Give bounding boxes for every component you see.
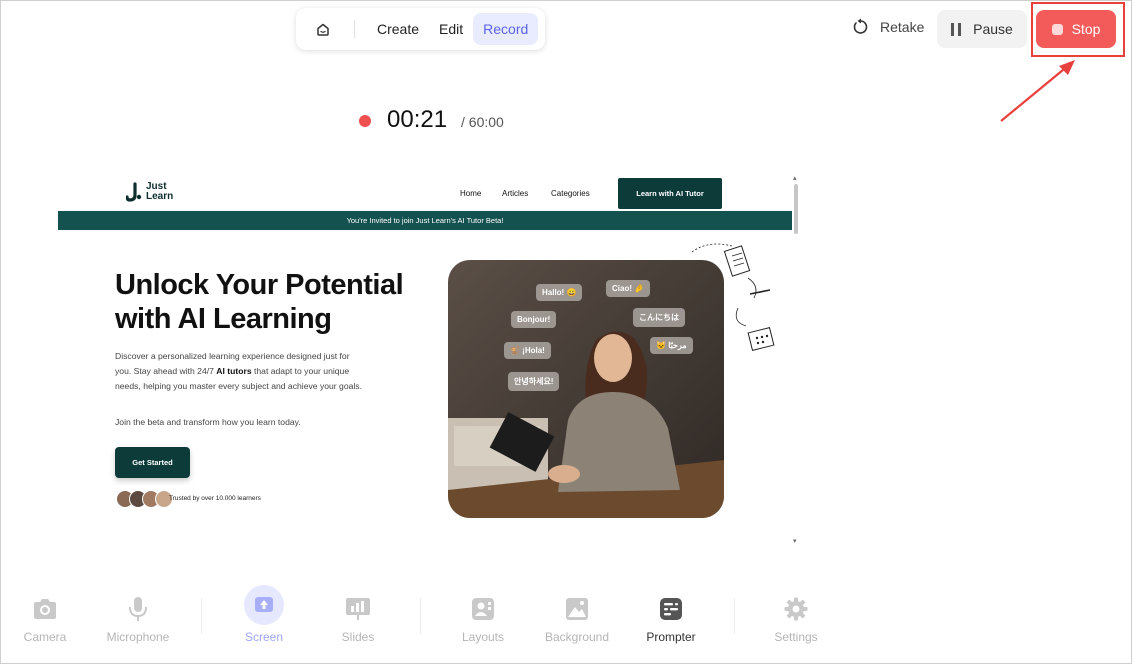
learner-avatars xyxy=(116,490,173,508)
microphone-label: Microphone xyxy=(106,630,170,644)
learn-with-ai-tutor-button[interactable]: Learn with AI Tutor xyxy=(618,178,722,209)
scroll-up-arrow[interactable]: ▴ xyxy=(793,174,797,182)
tab-edit[interactable]: Edit xyxy=(429,13,473,45)
stop-label: Stop xyxy=(1071,21,1101,37)
mode-separator xyxy=(354,20,355,38)
woman-with-tablet-illustration xyxy=(448,260,724,518)
annotation-arrow xyxy=(1000,60,1075,122)
pause-label: Pause xyxy=(973,21,1013,37)
slides-tool[interactable]: Slides xyxy=(338,596,378,644)
stop-icon xyxy=(1051,23,1063,35)
slides-label: Slides xyxy=(341,630,375,644)
tab-record[interactable]: Record xyxy=(473,13,539,45)
layouts-tool[interactable]: Layouts xyxy=(458,596,508,644)
just-learn-logo-icon xyxy=(126,182,142,202)
hero-description: Discover a personalized learning experie… xyxy=(115,349,367,394)
bubble-annyeong: 안녕하세요! xyxy=(508,372,560,391)
home-icon xyxy=(317,23,329,36)
site-logo: Just Learn xyxy=(126,182,173,202)
camera-label: Camera xyxy=(23,630,67,644)
bubble-hallo: Hallo! 😀 xyxy=(536,284,583,301)
home-button[interactable] xyxy=(306,12,340,46)
screen-preview: Just Learn Home Articles Categories Lear… xyxy=(58,172,802,547)
time-limit: / 60:00 xyxy=(461,114,504,130)
hero-join-text: Join the beta and transform how you lear… xyxy=(115,417,301,427)
beta-banner: You're Invited to join Just Learn's AI T… xyxy=(58,211,792,230)
settings-label: Settings xyxy=(774,630,818,644)
get-started-button[interactable]: Get Started xyxy=(115,447,190,478)
retake-label: Retake xyxy=(880,19,925,35)
background-image-icon xyxy=(566,598,588,620)
camera-icon xyxy=(34,599,56,619)
tool-separator xyxy=(201,598,202,634)
settings-tool[interactable]: Settings xyxy=(772,596,820,644)
hero-photo: Hallo! 😀 Ciao! 🤌 Bonjour! こんにちは 🐒 ¡Hola!… xyxy=(448,260,724,518)
microphone-icon xyxy=(129,597,147,621)
prompter-label: Prompter xyxy=(646,630,696,644)
desc-bold: AI tutors xyxy=(216,366,252,376)
recording-indicator xyxy=(359,115,371,127)
camera-tool[interactable]: Camera xyxy=(22,596,68,644)
trusted-text: Trusted by over 10.000 learners xyxy=(169,495,261,502)
tool-separator xyxy=(420,598,421,634)
bubble-hola: 🐒 ¡Hola! xyxy=(504,342,551,359)
site-nav-home[interactable]: Home xyxy=(460,189,481,198)
prompter-tool[interactable]: Prompter xyxy=(644,596,698,644)
retake-icon xyxy=(853,18,868,34)
layouts-label: Layouts xyxy=(461,630,505,644)
preview-scrollbar-thumb[interactable] xyxy=(794,184,798,234)
mode-switcher: Create Edit Record xyxy=(296,8,545,50)
tool-separator xyxy=(734,598,735,634)
screen-tool[interactable]: Screen xyxy=(240,585,288,644)
scroll-down-arrow[interactable]: ▾ xyxy=(793,537,797,545)
hero-title-line-2: with AI Learning xyxy=(115,303,332,335)
screen-share-icon xyxy=(244,585,284,625)
elapsed-timer: 00:21 xyxy=(387,106,448,133)
logo-text: Just Learn xyxy=(146,182,173,202)
microphone-tool[interactable]: Microphone xyxy=(104,596,172,644)
pause-icon xyxy=(951,22,962,36)
bubble-ciao: Ciao! 🤌 xyxy=(606,280,651,297)
site-nav-articles[interactable]: Articles xyxy=(502,189,528,198)
background-tool[interactable]: Background xyxy=(542,596,612,644)
site-nav-categories[interactable]: Categories xyxy=(551,189,590,198)
hero-title-line-1: Unlock Your Potential xyxy=(115,269,404,301)
layouts-icon xyxy=(472,598,494,620)
hero-title: Unlock Your Potential with AI Learning xyxy=(115,268,425,336)
prompter-icon xyxy=(660,598,682,620)
pause-button[interactable]: Pause xyxy=(937,10,1027,48)
tab-create[interactable]: Create xyxy=(367,13,429,45)
background-label: Background xyxy=(544,630,610,644)
bubble-marhaban: 🐱 مرحبًا xyxy=(650,337,693,354)
logo-line-2: Learn xyxy=(146,191,174,202)
stop-button[interactable]: Stop xyxy=(1036,10,1116,48)
slides-icon xyxy=(346,598,370,620)
bubble-konnichiwa: こんにちは xyxy=(633,308,685,327)
retake-button[interactable]: Retake xyxy=(852,18,924,36)
bubble-bonjour: Bonjour! xyxy=(511,311,557,328)
screen-label: Screen xyxy=(244,630,284,644)
gear-icon xyxy=(784,597,808,621)
